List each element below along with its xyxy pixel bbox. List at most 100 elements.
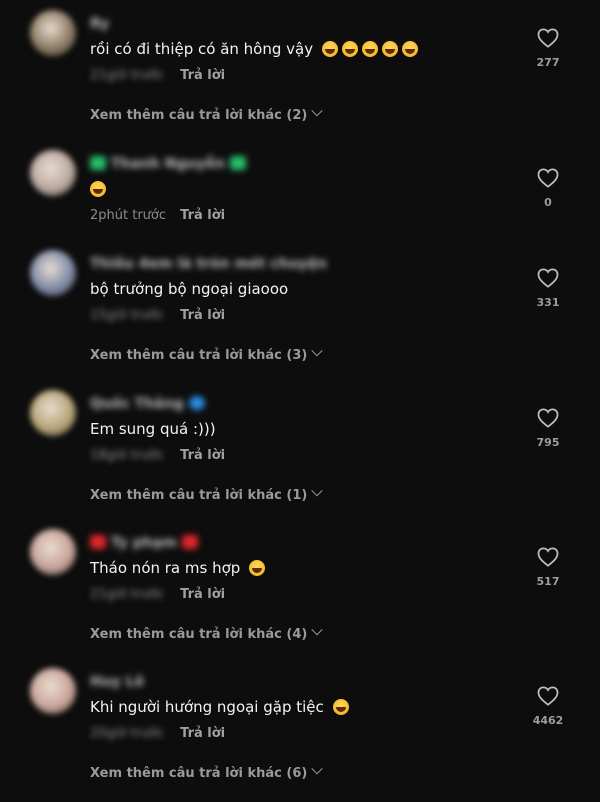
comment-meta: 21giờ trước Trả lời <box>90 68 225 83</box>
heart-icon <box>537 28 559 48</box>
laughing-emoji-row <box>90 180 106 198</box>
laughing-emoji-icon <box>361 41 378 57</box>
comment-list: Ry rồi có đi thiệp có ăn hông vậy 21giờ … <box>0 0 600 800</box>
heart-icon <box>537 686 559 706</box>
chevron-down-icon <box>311 763 323 775</box>
comment-text: bộ trưởng bộ ngoại giaooo <box>90 280 288 298</box>
avatar[interactable] <box>30 668 76 714</box>
laughing-emoji-row <box>245 559 266 577</box>
laughing-emoji-row <box>329 698 349 716</box>
comment-time: 21giờ trước <box>90 587 165 602</box>
comment-author[interactable]: Thiều 4em là tròn mét chuyện <box>90 256 327 272</box>
laughing-emoji-icon <box>90 181 106 197</box>
comment-time: 2phút trước <box>90 208 167 223</box>
like-count: 795 <box>536 436 560 449</box>
bow-badge-icon <box>181 535 198 549</box>
comment-text-body: rồi có đi thiệp có ăn hông vậy <box>90 40 314 58</box>
comment-text: Tháo nón ra ms hợp <box>90 559 266 577</box>
comment-item: Thiều 4em là tròn mét chuyện bộ trưởng b… <box>0 244 600 384</box>
view-more-replies-label: Xem thêm câu trả lời khác (2) <box>90 108 308 123</box>
laughing-emoji-icon <box>321 41 338 57</box>
reply-button[interactable]: Trả lời <box>180 726 225 741</box>
comment-meta: 21giờ trước Trả lời <box>90 587 225 602</box>
comment-time: 18giờ trước <box>90 448 165 463</box>
comment-author[interactable]: Thanh Nguyễn <box>90 156 246 172</box>
comment-meta: 15giờ trước Trả lời <box>90 308 225 323</box>
comment-text-body: Khi người hướng ngoại gặp tiệc <box>90 698 324 716</box>
laughing-emoji-icon <box>401 41 418 57</box>
view-more-replies-button[interactable]: Xem thêm câu trả lời khác (3) <box>90 345 323 363</box>
view-more-replies-label: Xem thêm câu trả lời khác (4) <box>90 627 308 642</box>
heart-icon <box>537 268 559 288</box>
avatar[interactable] <box>30 10 76 56</box>
comment-author[interactable]: Huy Lê <box>90 674 144 690</box>
comment-time: 15giờ trước <box>90 308 165 323</box>
comment-meta: 20giờ trước Trả lời <box>90 726 225 741</box>
laughing-emoji-icon <box>332 699 349 715</box>
chevron-down-icon <box>311 105 323 117</box>
comment-text: Em sung quá :))) <box>90 420 216 438</box>
reply-button[interactable]: Trả lời <box>180 448 225 463</box>
comment-item: Quốc Thắng Em sung quá :))) 18giờ trước … <box>0 384 600 524</box>
laughing-emoji-row <box>318 40 418 58</box>
heart-icon <box>537 547 559 567</box>
avatar[interactable] <box>30 150 76 196</box>
like-button[interactable]: 277 <box>528 28 568 69</box>
comment-item: Ry rồi có đi thiệp có ăn hông vậy 21giờ … <box>0 4 600 144</box>
comment-time: 20giờ trước <box>90 726 165 741</box>
laughing-emoji-icon <box>249 560 266 576</box>
comment-author[interactable]: Ry <box>90 16 109 32</box>
view-more-replies-button[interactable]: Xem thêm câu trả lời khác (1) <box>90 485 323 503</box>
comment-text: rồi có đi thiệp có ăn hông vậy <box>90 40 418 58</box>
check-badge-icon <box>229 156 246 170</box>
comment-time: 21giờ trước <box>90 68 165 83</box>
view-more-replies-button[interactable]: Xem thêm câu trả lời khác (4) <box>90 624 323 642</box>
comment-text-body: Tháo nón ra ms hợp <box>90 559 241 577</box>
laughing-emoji-icon <box>341 41 358 57</box>
chevron-down-icon <box>311 485 323 497</box>
avatar[interactable] <box>30 250 76 296</box>
heart-icon <box>537 168 559 188</box>
like-count: 277 <box>536 56 560 69</box>
view-more-replies-label: Xem thêm câu trả lời khác (3) <box>90 348 308 363</box>
heart-icon <box>537 408 559 428</box>
like-count: 517 <box>536 575 560 588</box>
avatar[interactable] <box>30 529 76 575</box>
comment-meta: 18giờ trước Trả lời <box>90 448 225 463</box>
like-count: 331 <box>536 296 560 309</box>
view-more-replies-label: Xem thêm câu trả lời khác (6) <box>90 766 308 781</box>
comment-author-name: Ty phạm <box>110 535 177 551</box>
bow-badge-icon <box>90 535 106 549</box>
chevron-down-icon <box>311 624 323 636</box>
comment-author[interactable]: Ty phạm <box>90 535 198 551</box>
check-badge-icon <box>90 156 106 170</box>
comment-author[interactable]: Quốc Thắng <box>90 396 205 412</box>
view-more-replies-label: Xem thêm câu trả lời khác (1) <box>90 488 308 503</box>
reply-button[interactable]: Trả lời <box>180 68 225 83</box>
globe-badge-icon <box>188 396 205 410</box>
comment-text: Khi người hướng ngoại gặp tiệc <box>90 698 349 716</box>
like-button[interactable]: 0 <box>528 168 568 209</box>
comment-item: Huy Lê Khi người hướng ngoại gặp tiệc 20… <box>0 662 600 802</box>
comment-meta: 2phút trước Trả lời <box>90 208 225 223</box>
comment-item: Ty phạm Tháo nón ra ms hợp 21giờ trước T… <box>0 523 600 663</box>
like-button[interactable]: 795 <box>528 408 568 449</box>
comment-author-name: Thanh Nguyễn <box>110 156 225 172</box>
comment-text-body: Em sung quá :))) <box>90 420 216 438</box>
view-more-replies-button[interactable]: Xem thêm câu trả lời khác (6) <box>90 763 323 781</box>
comment-text <box>90 180 106 198</box>
reply-button[interactable]: Trả lời <box>180 208 225 223</box>
avatar[interactable] <box>30 390 76 436</box>
reply-button[interactable]: Trả lời <box>180 308 225 323</box>
view-more-replies-button[interactable]: Xem thêm câu trả lời khác (2) <box>90 105 323 123</box>
like-button[interactable]: 4462 <box>528 686 568 727</box>
like-button[interactable]: 331 <box>528 268 568 309</box>
like-count: 0 <box>544 196 552 209</box>
chevron-down-icon <box>311 345 323 357</box>
like-count: 4462 <box>532 714 564 727</box>
laughing-emoji-icon <box>381 41 398 57</box>
comment-text-body: bộ trưởng bộ ngoại giaooo <box>90 280 289 298</box>
comment-author-name: Quốc Thắng <box>90 396 184 412</box>
like-button[interactable]: 517 <box>528 547 568 588</box>
reply-button[interactable]: Trả lời <box>180 587 225 602</box>
